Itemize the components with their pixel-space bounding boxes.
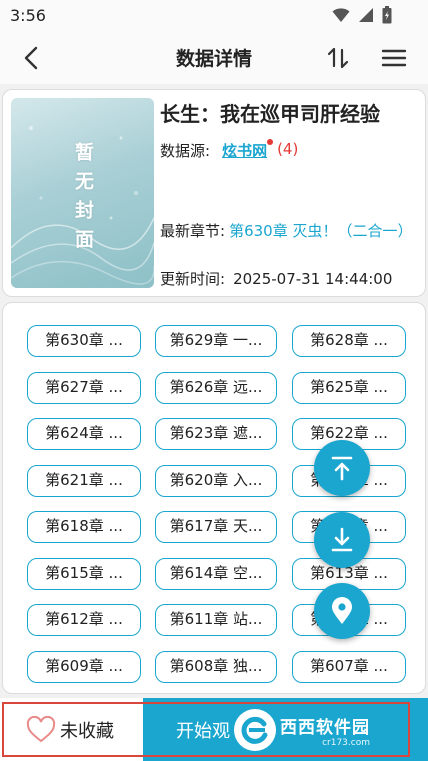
location-icon bbox=[332, 597, 352, 624]
source-label: 数据源: bbox=[160, 142, 211, 160]
latest-chapter-link[interactable]: 第630章 灭虫！（二合一） bbox=[229, 220, 412, 242]
source-count: (4) bbox=[277, 140, 299, 158]
book-cover: 暂无封面 bbox=[11, 98, 154, 288]
menu-button[interactable] bbox=[380, 44, 408, 72]
page-title: 数据详情 bbox=[175, 48, 252, 70]
source-link[interactable]: 炫书网 bbox=[222, 139, 274, 161]
menu-icon bbox=[381, 49, 407, 67]
source-badge-dot bbox=[267, 139, 274, 145]
chapter-chip[interactable]: 第625章 ... bbox=[292, 372, 406, 404]
source-row: 数据源: 炫书网 (4) bbox=[160, 139, 299, 161]
chapter-chip[interactable]: 第621章 ... bbox=[27, 465, 141, 497]
locate-button[interactable] bbox=[314, 583, 370, 639]
chapter-chip[interactable]: 第618章 ... bbox=[27, 511, 141, 543]
start-reading-button[interactable]: 开始观 bbox=[176, 717, 230, 743]
book-title: 长生：我在巡甲司肝经验 bbox=[160, 102, 380, 126]
watermark-main: 西西软件园 bbox=[280, 717, 370, 738]
scroll-bottom-icon bbox=[331, 527, 353, 552]
update-time-row: 更新时间: 2025-07-31 14:44:00 bbox=[160, 268, 392, 289]
chapter-chip[interactable]: 第608章 独... bbox=[155, 651, 277, 683]
chapter-chip[interactable]: 第620章 入... bbox=[155, 465, 277, 497]
chapter-chip[interactable]: 第607章 ... bbox=[292, 651, 406, 683]
chapter-chip[interactable]: 第629章 一... bbox=[155, 325, 277, 357]
favorite-label: 未收藏 bbox=[60, 720, 114, 742]
book-info-card: 暂无封面 长生：我在巡甲司肝经验 数据源: 炫书网 (4) 最新章节: 第630… bbox=[2, 89, 426, 297]
scroll-bottom-button[interactable] bbox=[314, 512, 370, 568]
update-time-label: 更新时间: bbox=[160, 270, 226, 288]
watermark-e-icon bbox=[241, 716, 268, 744]
scroll-top-icon bbox=[331, 456, 353, 481]
heart-outline-icon bbox=[26, 715, 56, 742]
chapter-chip[interactable]: 第612章 ... bbox=[27, 604, 141, 636]
status-bar: 3:56 bbox=[0, 0, 428, 32]
chapter-chip[interactable]: 第611章 站... bbox=[155, 604, 277, 636]
watermark-text: 西西软件园 cr173.com bbox=[280, 713, 370, 748]
chapter-chip[interactable]: 第627章 ... bbox=[27, 372, 141, 404]
scroll-top-button[interactable] bbox=[314, 440, 370, 496]
signal-icon bbox=[359, 8, 373, 22]
chapter-chip[interactable]: 第617章 天... bbox=[155, 511, 277, 543]
chapter-chip[interactable]: 第623章 遮... bbox=[155, 418, 277, 450]
chapter-chip[interactable]: 第615章 ... bbox=[27, 558, 141, 590]
update-time-value: 2025-07-31 14:44:00 bbox=[233, 270, 393, 288]
watermark-logo: 西西软件园 cr173.com bbox=[234, 708, 406, 752]
sort-icon bbox=[327, 47, 349, 69]
app-toolbar: 数据详情 bbox=[0, 32, 428, 84]
favorite-button[interactable]: 未收藏 bbox=[0, 698, 143, 761]
battery-icon bbox=[382, 6, 392, 24]
latest-chapter-row: 最新章节: 第630章 灭虫！（二合一） bbox=[160, 220, 422, 242]
watermark-emblem bbox=[234, 709, 276, 751]
chapter-chip[interactable]: 第614章 空... bbox=[155, 558, 277, 590]
chapter-chip[interactable]: 第609章 ... bbox=[27, 651, 141, 683]
chapter-list-card: 第630章 ... 第629章 一... 第628章 ... 第627章 ...… bbox=[2, 302, 426, 694]
status-time: 3:56 bbox=[10, 6, 46, 25]
watermark-sub: cr173.com bbox=[322, 737, 370, 748]
chapter-chip[interactable]: 第624章 ... bbox=[27, 418, 141, 450]
cover-placeholder-text: 暂无封面 bbox=[72, 142, 94, 258]
sort-button[interactable] bbox=[324, 44, 352, 72]
latest-chapter-label: 最新章节: bbox=[160, 222, 226, 240]
wifi-icon bbox=[332, 8, 350, 22]
chapter-chip[interactable]: 第628章 ... bbox=[292, 325, 406, 357]
chapter-chip[interactable]: 第626章 远... bbox=[155, 372, 277, 404]
source-name: 炫书网 bbox=[222, 142, 268, 160]
chapter-chip[interactable]: 第630章 ... bbox=[27, 325, 141, 357]
status-icons bbox=[332, 6, 392, 24]
